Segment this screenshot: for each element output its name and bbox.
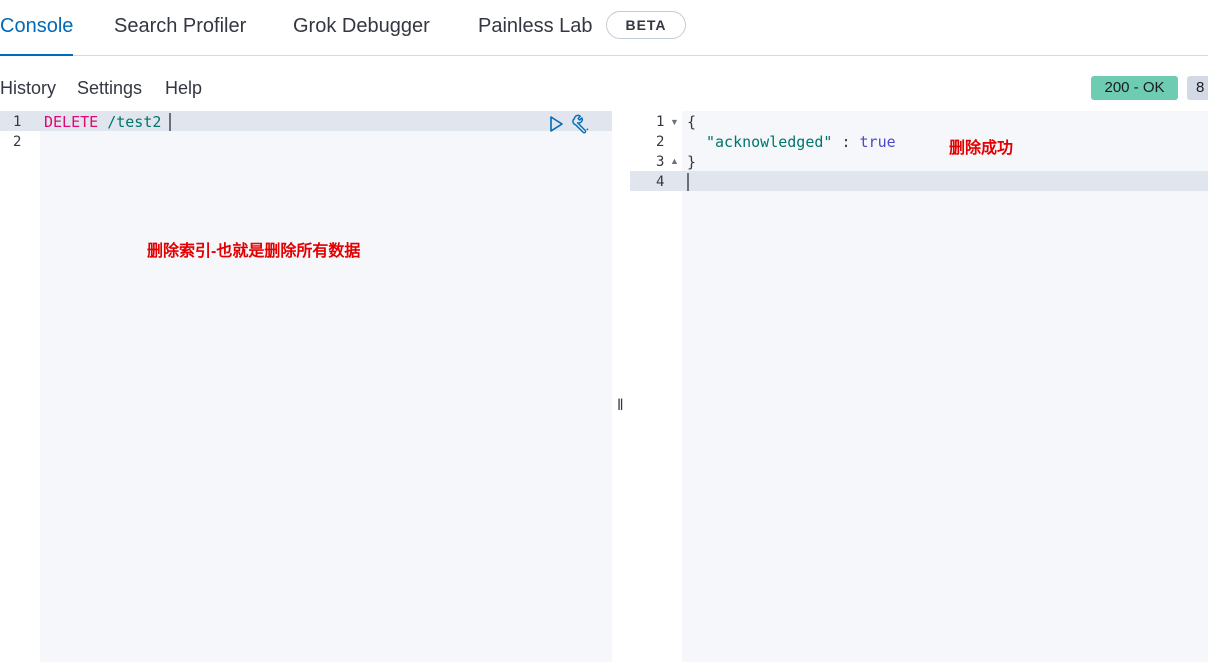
tab-grok-debugger[interactable]: Grok Debugger [293, 0, 430, 55]
output-annotation: 删除成功 [949, 140, 1014, 157]
request-method: DELETE [44, 113, 99, 131]
panel-resizer[interactable]: ‖ [612, 111, 630, 662]
console-menu: History Settings Help [0, 56, 1208, 111]
play-icon[interactable] [548, 115, 564, 138]
text-cursor [169, 113, 171, 131]
beta-badge: BETA [606, 11, 686, 39]
status-badge: 200 - OK [1091, 76, 1178, 100]
output-gutter [630, 111, 682, 662]
active-line-highlight [630, 171, 1208, 191]
request-line[interactable]: DELETE /test2 [44, 112, 161, 132]
request-editor[interactable]: 1 2 DELETE /test2 删除索引-也就是删除所有数据 [0, 111, 612, 662]
request-time-badge: 8 [1187, 76, 1208, 100]
editor-gutter [0, 111, 40, 662]
json-colon: : [832, 133, 860, 151]
tab-search-profiler[interactable]: Search Profiler [114, 0, 246, 55]
fold-down-icon[interactable]: ▼ [670, 117, 679, 127]
tab-bar: Console Search Profiler Grok Debugger Pa… [0, 0, 1208, 56]
json-close-brace: } [687, 153, 697, 171]
line-number: 2 [13, 134, 22, 150]
request-path: /test2 [107, 113, 162, 131]
tab-console[interactable]: Console [0, 0, 74, 56]
wrench-icon[interactable] [571, 113, 593, 140]
history-link[interactable]: History [0, 78, 56, 99]
resizer-handle-icon: ‖ [617, 397, 624, 414]
json-key: "acknowledged" [706, 133, 833, 151]
json-property: "acknowledged" : true [706, 132, 896, 152]
tab-painless-lab[interactable]: Painless Lab [478, 0, 593, 55]
response-output: 1 ▼ 2 3 ▲ 4 { "acknowledged" : true } 删除… [630, 111, 1208, 662]
line-number: 4 [656, 174, 665, 190]
line-number: 2 [656, 134, 665, 150]
help-link[interactable]: Help [165, 78, 202, 99]
fold-up-icon[interactable]: ▲ [670, 156, 679, 166]
editor-annotation: 删除索引-也就是删除所有数据 [147, 243, 361, 260]
json-open-brace: { [687, 113, 697, 131]
line-number: 1 [13, 114, 22, 130]
json-value: true [859, 133, 896, 151]
settings-link[interactable]: Settings [77, 78, 142, 99]
line-number: 1 [656, 114, 665, 130]
line-number: 3 [656, 154, 665, 170]
text-cursor [687, 173, 689, 191]
